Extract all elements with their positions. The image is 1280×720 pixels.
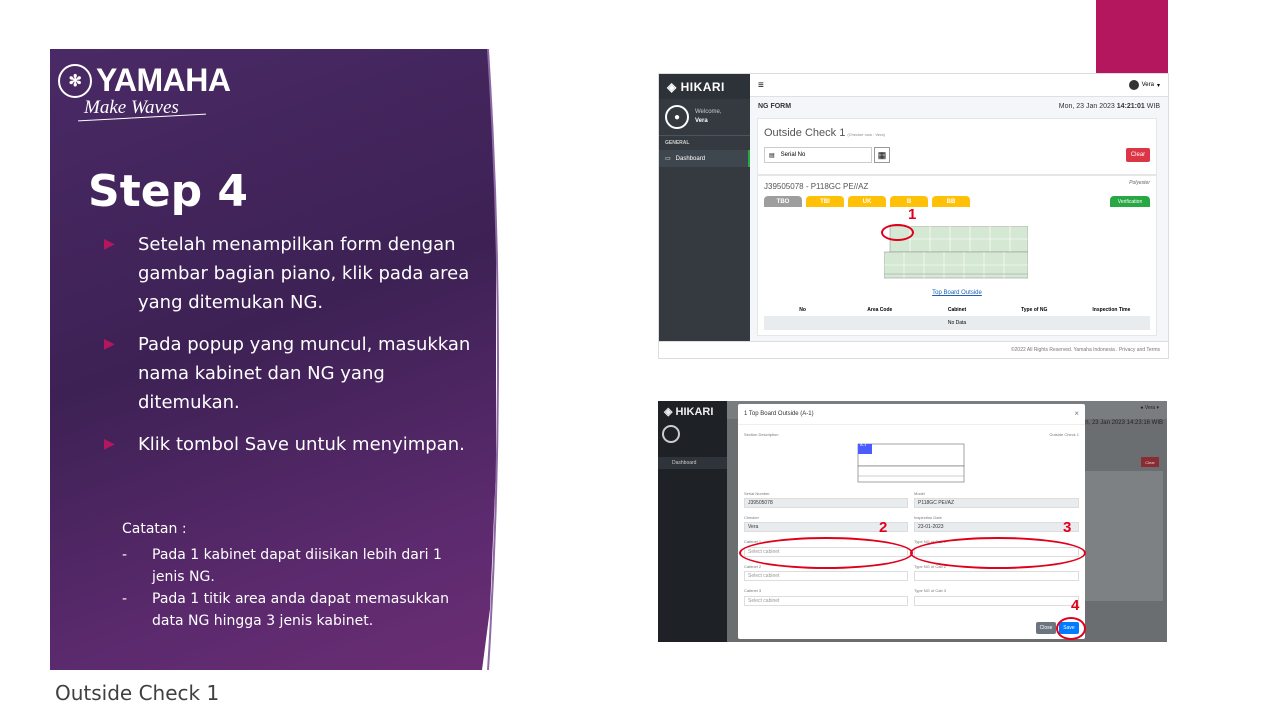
notes: Catatan : - Pada 1 kabinet dapat diisikan… xyxy=(122,518,462,632)
tab-bb[interactable]: BB xyxy=(932,196,970,207)
tab-tbi[interactable]: TBI xyxy=(806,196,844,207)
app-footer: ©2022 All Rights Reserved. Yamaha Indone… xyxy=(659,341,1168,358)
instruction-item: ▶ Pada popup yang muncul, masukkan nama k… xyxy=(104,330,484,417)
app-logo: ◈ HIKARI xyxy=(664,406,714,418)
barcode-icon: ▤ xyxy=(769,152,775,159)
clear-button[interactable]: Clear xyxy=(1141,457,1159,467)
search-card: Outside Check 1 (Checker now : Vera) ▤ Ser… xyxy=(757,118,1157,175)
model-label: J39505078 - P118GC PE//AZ xyxy=(764,182,869,191)
sidebar-section-label: GENERAL xyxy=(665,140,690,146)
section-check-label: Outside Check 1 xyxy=(1049,432,1079,437)
user-icon xyxy=(1128,80,1139,90)
top-board-outside-link[interactable]: Top Board Outside xyxy=(758,290,1156,296)
clear-button[interactable]: Clear xyxy=(1126,148,1150,162)
modal-title: 1 Top Board Outside (A-1) xyxy=(744,411,814,417)
instruction-list: ▶ Setelah menampilkan form dengan gambar … xyxy=(104,230,484,472)
annotation-number: 3 xyxy=(1063,519,1072,536)
type-ng-2-input[interactable] xyxy=(914,571,1079,581)
monitor-icon: ▭ xyxy=(665,156,671,162)
hikari-logo-icon: ◈ xyxy=(667,79,681,94)
annotation-number: 2 xyxy=(879,519,888,536)
sidebar: ◈ HIKARI ● Welcome, Vera GENERAL ▭ Dashboa… xyxy=(659,74,750,342)
annotation-circle xyxy=(881,224,914,241)
section-tabs: TBO TBI UK B BB xyxy=(764,196,970,207)
cabinet-2-select[interactable]: Select cabinet xyxy=(744,571,908,581)
qr-scan-icon[interactable]: ▦ xyxy=(874,147,890,163)
screenshot-ng-popup: ◈ HIKARI Dashboard ● Vera ▾ Mon, 23 Jan … xyxy=(658,401,1167,642)
cabinet-3-select[interactable]: Select cabinet xyxy=(744,596,908,606)
slide-footer-title: Outside Check 1 xyxy=(55,681,220,705)
section-description-label: Section Description xyxy=(744,432,779,437)
type-ng-3-input[interactable] xyxy=(914,596,1079,606)
instruction-item: ▶ Setelah menampilkan form dengan gambar … xyxy=(104,230,484,317)
field-label: Type NG of Cab 3 xyxy=(914,588,947,593)
annotation-circle xyxy=(910,537,1086,569)
selected-area-diagram xyxy=(857,443,965,483)
ng-entry-modal: 1 Top Board Outside (A-1) × Section Desc… xyxy=(738,404,1085,639)
diagram-card: J39505078 - P118GC PE//AZ Polyester TBO … xyxy=(757,175,1157,336)
page-header: NG FORM Mon, 23 Jan 2023 14:21:01 WIB xyxy=(750,96,1168,116)
bullet-arrow-icon: ▶ xyxy=(104,236,115,252)
field-label: Cabinet 2 xyxy=(744,564,762,569)
annotation-circle xyxy=(739,537,913,569)
column-header: Area Code xyxy=(867,307,893,313)
close-icon[interactable]: × xyxy=(1074,409,1079,418)
annotation-number: 4 xyxy=(1071,597,1080,614)
column-header: No xyxy=(799,307,806,313)
column-header: Type of NG xyxy=(1021,307,1048,313)
sidebar-item-dashboard[interactable]: Dashboard xyxy=(658,457,727,469)
field-label: Inspection Date xyxy=(914,515,942,520)
tuning-fork-icon: ✻ xyxy=(58,63,92,98)
page-title: NG FORM xyxy=(758,102,792,110)
note-item: - Pada 1 kabinet dapat diisikan lebih dar… xyxy=(122,547,442,585)
instruction-item: ▶ Klik tombol Save untuk menyimpan. xyxy=(104,430,484,459)
datetime: Mon, 23 Jan 2023 14:21:01 WIB xyxy=(1058,102,1160,110)
yamaha-logo: ✻ YAMAHA Make Waves xyxy=(58,62,231,122)
annotation-number: 1 xyxy=(908,206,917,223)
verification-button[interactable]: Verification xyxy=(1110,196,1150,207)
note-item: - Pada 1 titik area anda dapat memasukkan… xyxy=(122,591,449,629)
empty-table-row: No Data xyxy=(764,316,1150,330)
area-tag: A-1 xyxy=(860,442,867,447)
datetime: Mon, 23 Jan 2023 14:23:16 WIB xyxy=(1076,420,1163,426)
background-table-dimmed xyxy=(1083,471,1163,601)
notes-title: Catatan : xyxy=(122,521,187,537)
serial-number-field: J39505078 xyxy=(744,498,908,508)
user-menu[interactable]: Vera ▾ xyxy=(1128,80,1160,90)
model-field: P118GC PE//AZ xyxy=(914,498,1079,508)
field-label: Cabinet 3 xyxy=(744,588,762,593)
card-title: Outside Check 1 (Checker now : Vera) xyxy=(764,127,885,139)
finish-label: Polyester xyxy=(1129,180,1150,186)
annotation-circle xyxy=(1056,617,1086,640)
app-logo: ◈ HIKARI xyxy=(659,74,750,99)
user-panel: ● Welcome, Vera xyxy=(659,99,750,136)
hamburger-menu-icon[interactable]: ≡ xyxy=(758,80,764,91)
topbar: ≡ Vera ▾ xyxy=(750,74,1168,97)
inspection-date-field: 23-01-2023 xyxy=(914,522,1079,532)
avatar-icon: ● xyxy=(665,105,689,129)
bullet-arrow-icon: ▶ xyxy=(104,336,115,352)
serial-input[interactable]: ▤ Serial No xyxy=(764,147,872,163)
user-menu[interactable]: ● Vera ▾ xyxy=(1140,405,1159,411)
step-title: Step 4 xyxy=(88,166,248,217)
field-label: Model xyxy=(914,491,925,496)
close-button[interactable]: Close xyxy=(1036,622,1056,634)
field-label: Serial Number xyxy=(744,491,770,496)
tab-uk[interactable]: UK xyxy=(848,196,886,207)
avatar-icon xyxy=(662,425,680,443)
bullet-arrow-icon: ▶ xyxy=(104,436,115,452)
field-label: Checker xyxy=(744,515,759,520)
column-header: Cabinet xyxy=(947,307,967,313)
column-header: Inspection Time xyxy=(1092,307,1131,313)
tab-tbo[interactable]: TBO xyxy=(764,196,802,207)
sidebar-item-dashboard[interactable]: ▭ Dashboard xyxy=(659,150,750,167)
